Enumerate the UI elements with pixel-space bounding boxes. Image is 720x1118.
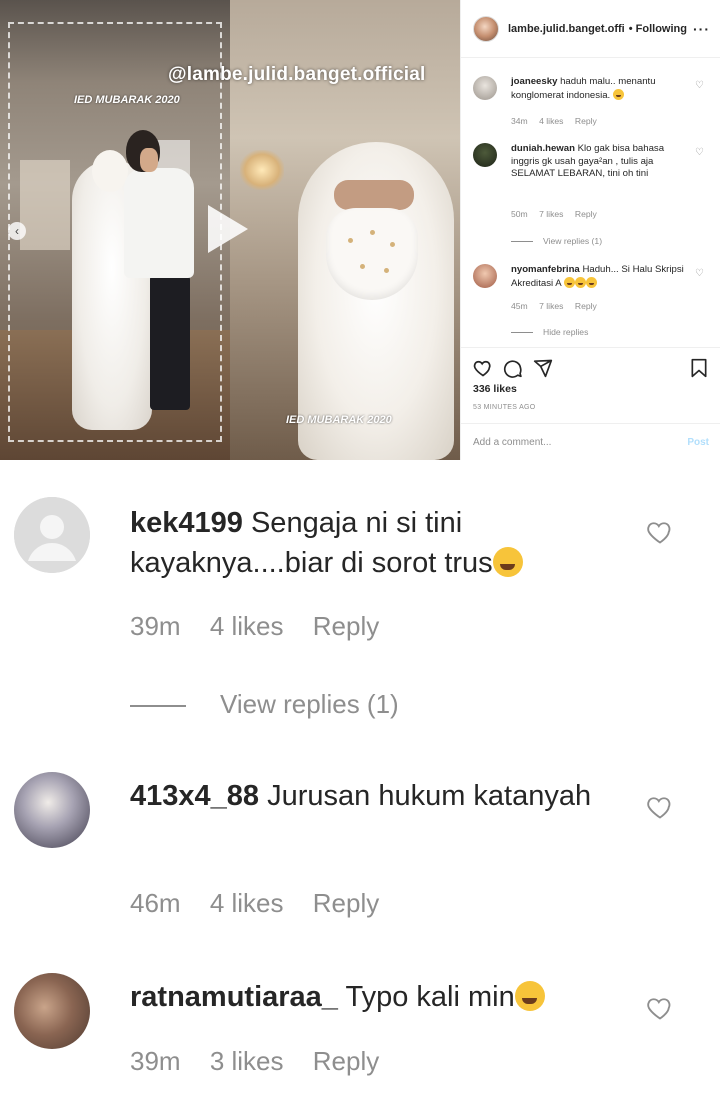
comment-meta: 34m 4 likes Reply: [511, 116, 597, 126]
comment-meta: 39m 4 likes Reply: [130, 611, 380, 641]
add-comment-input[interactable]: Add a comment...: [473, 437, 551, 448]
comment-meta: 46m 4 likes Reply: [130, 888, 380, 918]
watermark: @lambe.julid.banget.official: [168, 64, 426, 85]
heart-icon[interactable]: [646, 794, 674, 820]
carousel-prev-icon[interactable]: ‹: [8, 222, 26, 240]
reply-button[interactable]: Reply: [313, 611, 379, 641]
likes-count[interactable]: 336 likes: [473, 383, 517, 395]
comment-username[interactable]: kek4199: [130, 507, 243, 539]
default-avatar-icon: [14, 497, 90, 573]
grinning-sweat-icon: [563, 276, 575, 288]
post-timestamp: 53 MINUTES AGO: [473, 404, 536, 411]
view-replies-button[interactable]: View replies (1): [130, 689, 399, 720]
heart-icon[interactable]: [646, 519, 674, 545]
heart-icon[interactable]: ♡: [695, 268, 704, 279]
comment-icon[interactable]: [503, 358, 523, 378]
play-icon[interactable]: [208, 205, 248, 253]
grinning-sweat-icon: [574, 276, 586, 288]
reply-button[interactable]: Reply: [313, 888, 379, 918]
reply-button[interactable]: Reply: [575, 301, 597, 311]
avatar[interactable]: [473, 15, 499, 42]
woman-eyes: [334, 180, 414, 210]
post-header: lambe.julid.banget.offi • Following ···: [461, 0, 720, 58]
instagram-post-screenshot: IED MUBARAK 2020 @lambe.julid.banget.off…: [0, 0, 720, 460]
post-actions: 336 likes 53 MINUTES AGO: [461, 347, 720, 423]
comment-username[interactable]: duniah.hewan: [511, 143, 575, 154]
avatar[interactable]: [473, 264, 497, 288]
avatar[interactable]: [14, 497, 90, 573]
comment-text: joaneesky haduh malu.. menantu konglomer…: [511, 76, 656, 101]
comments-list: joaneesky haduh malu.. menantu konglomer…: [461, 59, 720, 347]
add-comment-bar: Add a comment... Post: [461, 423, 720, 460]
following-status[interactable]: • Following: [629, 23, 687, 35]
comment-meta: 39m 3 likes Reply: [130, 1046, 380, 1076]
comment-text: nyomanfebrina Haduh... Si Halu Skripsi A…: [511, 264, 684, 289]
post-media[interactable]: IED MUBARAK 2020 @lambe.julid.banget.off…: [0, 0, 460, 460]
comment-username[interactable]: ratnamutiaraa_: [130, 981, 338, 1013]
chandelier: [240, 150, 284, 190]
comment-username[interactable]: nyomanfebrina: [511, 264, 580, 275]
comment-text: duniah.hewan Klo gak bisa bahasa inggris…: [511, 143, 665, 179]
comment-text: ratnamutiaraa_ Typo kali min: [130, 977, 600, 1017]
reply-button[interactable]: Reply: [313, 1046, 379, 1076]
comment-meta: 50m 7 likes Reply: [511, 209, 597, 219]
view-replies-button[interactable]: View replies (1): [511, 236, 602, 246]
grinning-teeth-icon: [514, 981, 545, 1011]
heart-icon[interactable]: ♡: [695, 147, 704, 158]
post-button[interactable]: Post: [687, 437, 709, 448]
comment-text: kek4199 Sengaja ni si tini kayaknya....b…: [130, 503, 600, 583]
like-heart-icon[interactable]: [473, 358, 493, 378]
comment-text: 413x4_88 Jurusan hukum katanyah: [130, 780, 592, 812]
media-caption-right: IED MUBARAK 2020: [286, 414, 392, 426]
post-sidebar: lambe.julid.banget.offi • Following ··· …: [460, 0, 720, 460]
share-icon[interactable]: [533, 358, 553, 378]
bookmark-icon[interactable]: [689, 358, 709, 378]
face-mask: [326, 208, 418, 300]
hide-replies-button[interactable]: Hide replies: [511, 327, 588, 337]
zoomed-comments: kek4199 Sengaja ni si tini kayaknya....b…: [0, 460, 720, 1118]
more-horizontal-icon[interactable]: ···: [693, 21, 710, 37]
grinning-sweat-icon: [585, 276, 597, 288]
laughing-tears-icon: [492, 547, 523, 577]
reply-button[interactable]: Reply: [575, 116, 597, 126]
avatar[interactable]: [14, 973, 90, 1049]
media-caption-left: IED MUBARAK 2020: [74, 94, 180, 106]
avatar[interactable]: [473, 76, 497, 100]
reply-button[interactable]: Reply: [575, 209, 597, 219]
heart-icon[interactable]: [646, 995, 674, 1021]
avatar[interactable]: [14, 772, 90, 848]
heart-icon[interactable]: ♡: [695, 80, 704, 91]
thinking-face-icon: [612, 88, 624, 100]
avatar[interactable]: [473, 143, 497, 167]
comment-meta: 45m 7 likes Reply: [511, 301, 597, 311]
comment-username[interactable]: 413x4_88: [130, 780, 259, 812]
comment-username[interactable]: joaneesky: [511, 76, 557, 87]
post-username[interactable]: lambe.julid.banget.offi: [508, 23, 625, 35]
